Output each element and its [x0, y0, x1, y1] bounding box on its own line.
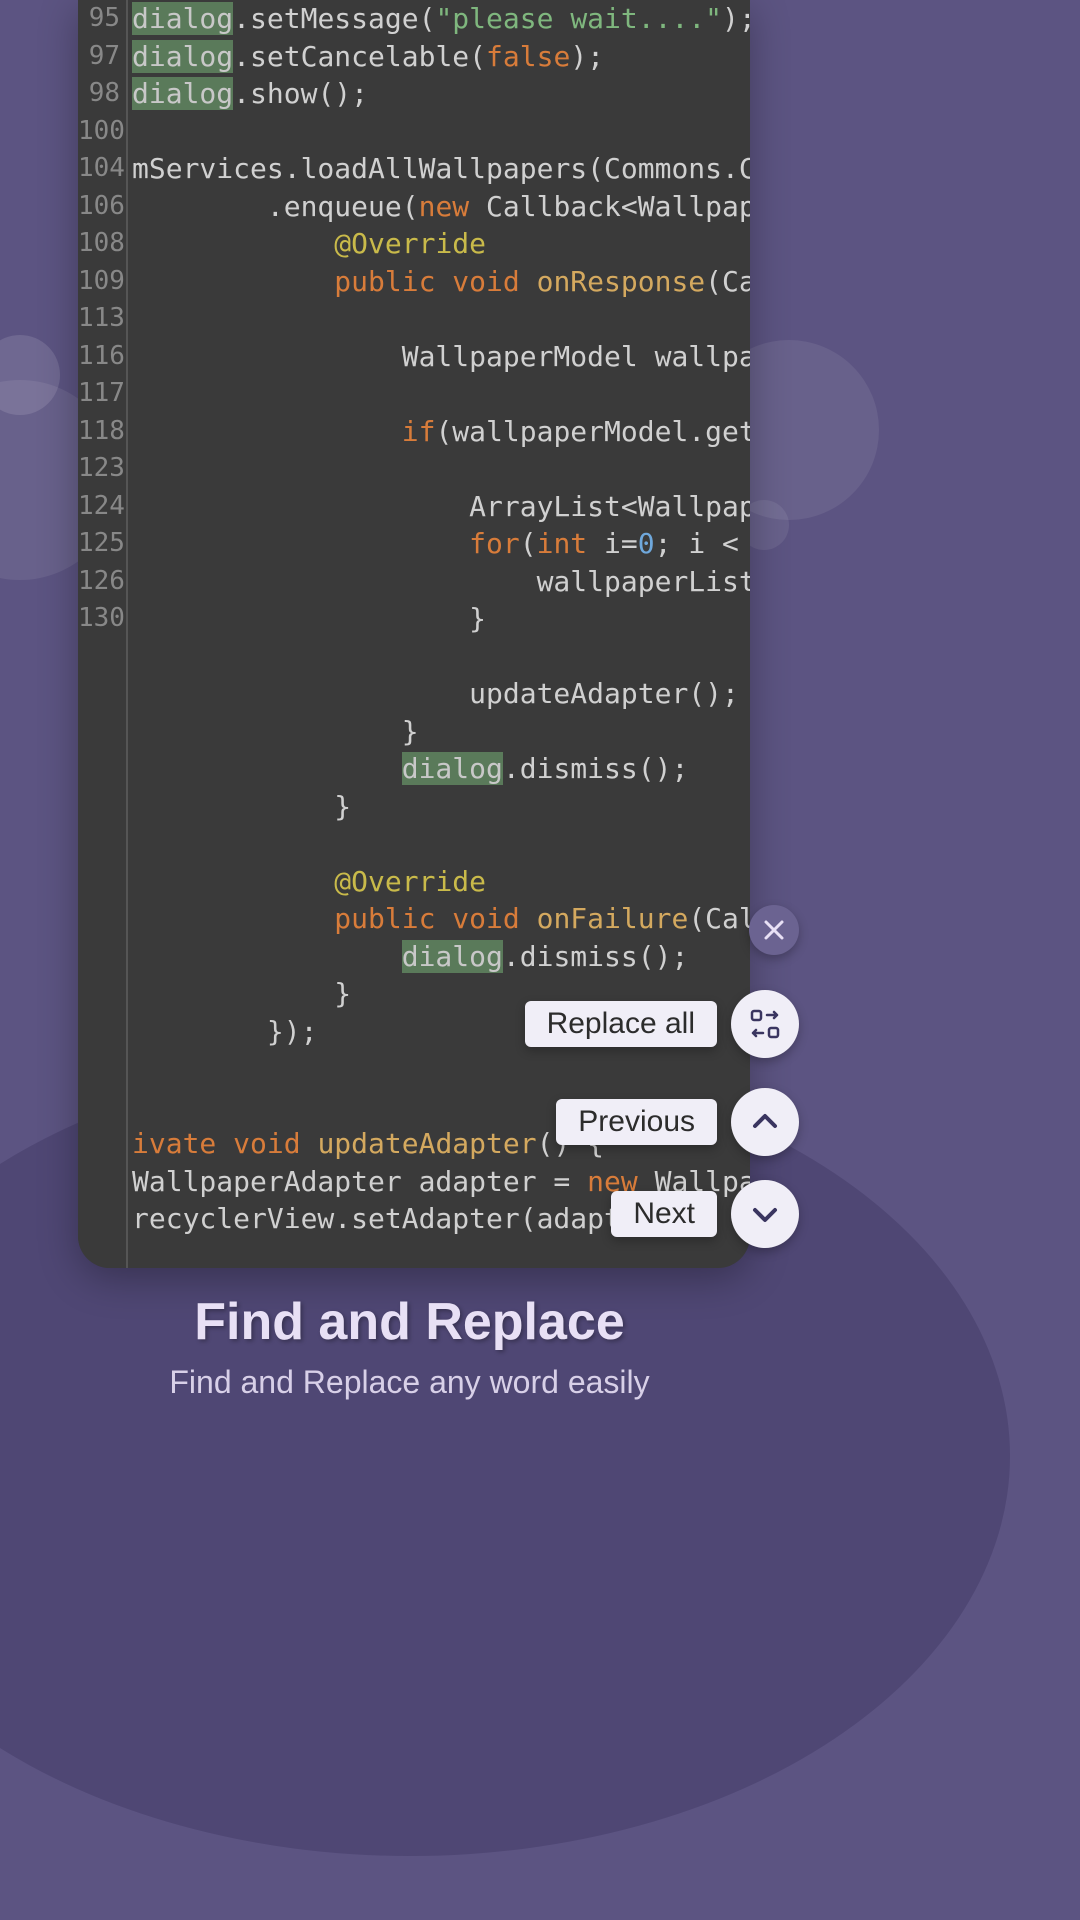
code-line: } — [132, 713, 750, 751]
code-line — [132, 638, 750, 676]
code-line: dialog.setCancelable(false); — [132, 38, 750, 76]
line-number: 116 — [78, 338, 124, 376]
replace-all-container: Replace all — [525, 990, 799, 1058]
line-number: 109 — [78, 263, 124, 301]
previous-label: Previous — [556, 1099, 717, 1145]
promo-title: Find and Replace — [0, 1292, 819, 1352]
code-line: public void onResponse(Call<Wallpap — [132, 263, 750, 301]
next-button[interactable] — [731, 1180, 799, 1248]
close-icon — [763, 919, 785, 941]
swap-icon — [747, 1006, 783, 1042]
previous-button[interactable] — [731, 1088, 799, 1156]
line-number: 130 — [78, 600, 124, 638]
code-line — [132, 450, 750, 488]
code-line: @Override — [132, 863, 750, 901]
line-number: 125 — [78, 525, 124, 563]
code-line: dialog.dismiss(); — [132, 938, 750, 976]
code-line — [132, 113, 750, 151]
code-line: } — [132, 600, 750, 638]
code-line: if(wallpaperModel.getSuccess() == — [132, 413, 750, 451]
code-line: ArrayList<WallpaperModel.image — [132, 488, 750, 526]
code-editor-panel: 9597981001041061081091131161171181231241… — [78, 0, 750, 1268]
code-line: mServices.loadAllWallpapers(Commons.CAT — [132, 150, 750, 188]
replace-all-button[interactable] — [731, 990, 799, 1058]
line-number: 123 — [78, 450, 124, 488]
code-line: .enqueue(new Callback<WallpaperMode — [132, 188, 750, 226]
chevron-up-icon — [747, 1104, 783, 1140]
code-line: public void onFailure(Call<Wallpa rM — [132, 900, 750, 938]
code-area[interactable]: dialog.setMessage("please wait....");dia… — [128, 0, 750, 1268]
line-number-gutter: 9597981001041061081091131161171181231241… — [78, 0, 128, 1268]
line-number: 108 — [78, 225, 124, 263]
code-line: dialog.setMessage("please wait...."); — [132, 0, 750, 38]
code-line: dialog.show(); — [132, 75, 750, 113]
next-label: Next — [611, 1191, 717, 1237]
line-number: 106 — [78, 188, 124, 226]
line-number: 113 — [78, 300, 124, 338]
code-line: dialog.dismiss(); — [132, 750, 750, 788]
code-line: for(int i=0; i < imagesArrayList.siz — [132, 525, 750, 563]
line-number: 100 — [78, 113, 124, 151]
code-line — [132, 300, 750, 338]
code-line: updateAdapter(); — [132, 675, 750, 713]
code-line: wallpaperList.add(imagesArray — [132, 563, 750, 601]
replace-all-label: Replace all — [525, 1001, 717, 1047]
line-number: 98 — [78, 75, 124, 113]
code-line: } — [132, 788, 750, 826]
line-number: 104 — [78, 150, 124, 188]
code-line: @Override — [132, 225, 750, 263]
code-line — [132, 375, 750, 413]
previous-container: Previous — [556, 1088, 799, 1156]
chevron-down-icon — [747, 1196, 783, 1232]
code-line — [132, 825, 750, 863]
close-fab-container — [749, 905, 799, 955]
line-number: 97 — [78, 38, 124, 76]
line-number: 95 — [78, 0, 124, 38]
code-line: WallpaperModel wallpaperModel = — [132, 338, 750, 376]
close-button[interactable] — [749, 905, 799, 955]
line-number: 126 — [78, 563, 124, 601]
line-number: 117 — [78, 375, 124, 413]
line-number: 118 — [78, 413, 124, 451]
promo-subtitle: Find and Replace any word easily — [0, 1364, 819, 1401]
line-number: 124 — [78, 488, 124, 526]
next-container: Next — [611, 1180, 799, 1248]
